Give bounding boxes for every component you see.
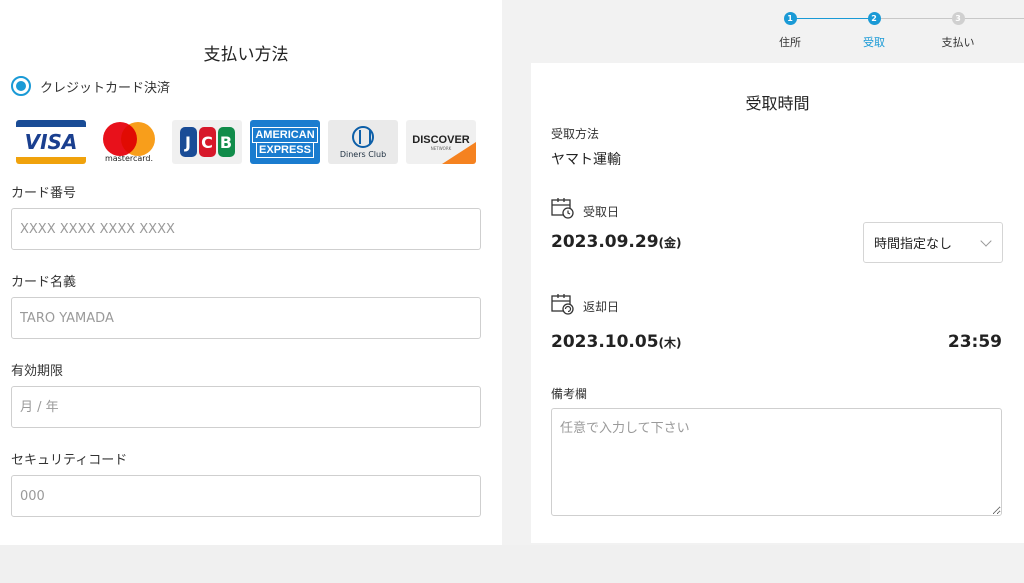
pickup-date: 2023.09.29(金) (551, 232, 682, 252)
amex-line1: AMERICAN (252, 126, 318, 143)
credit-card-radio[interactable] (11, 76, 31, 96)
notes-textarea[interactable] (551, 408, 1002, 516)
credit-card-radio-label: クレジットカード決済 (40, 80, 171, 96)
security-code-input[interactable] (11, 475, 481, 517)
return-date-value: 2023.10.05 (551, 332, 659, 352)
diners-club-icon (352, 125, 374, 148)
card-name-label: カード名義 (11, 275, 77, 290)
return-date-dow: (木) (658, 336, 682, 350)
payment-title: 支払い方法 (203, 45, 289, 65)
chevron-down-icon (980, 235, 992, 247)
step-payment[interactable]: 3 支払い (928, 12, 988, 50)
pickup-date-label: 受取日 (583, 205, 620, 219)
card-number-label: カード番号 (11, 186, 77, 201)
pickup-panel: 受取時間 受取方法 ヤマト運輸 受取日 2023.09.29(金) 時間指定なし… (531, 63, 1024, 543)
step-dot-2: 2 (867, 12, 881, 25)
step-label-pickup: 受取 (863, 36, 885, 49)
notes-label: 備考欄 (551, 387, 588, 401)
step-label-payment: 支払い (941, 36, 975, 49)
payment-panel: 支払い方法 クレジットカード決済 VISA mastercard. J C B … (0, 0, 502, 545)
amex-line2: EXPRESS (256, 142, 314, 158)
security-code-label: セキュリティコード (11, 453, 128, 468)
american-express-logo: AMERICAN EXPRESS (250, 120, 320, 164)
discover-logo: DISCOVER NETWORK (406, 120, 476, 164)
step-address[interactable]: 1 住所 (760, 12, 820, 50)
visa-logo: VISA (16, 120, 86, 164)
pickup-date-dow: (金) (658, 236, 682, 250)
expiry-input[interactable] (11, 386, 481, 428)
radio-selected-dot (16, 81, 26, 91)
diners-club-logo: Diners Club (328, 120, 398, 164)
pickup-method-value: ヤマト運輸 (551, 152, 621, 168)
visa-logo-text: VISA (24, 130, 78, 154)
pickup-date-value: 2023.09.29 (551, 232, 659, 252)
calendar-return-icon (551, 294, 574, 315)
return-date-label: 返却日 (583, 300, 620, 314)
step-dot-1: 1 (783, 12, 797, 25)
pickup-method-label: 受取方法 (551, 127, 600, 141)
calendar-icon (551, 198, 574, 219)
card-number-input[interactable] (11, 208, 481, 250)
return-time: 23:59 (947, 332, 1002, 352)
mastercard-logo: mastercard. (94, 120, 164, 164)
card-brand-logos: VISA mastercard. J C B AMERICAN EXPRESS … (16, 120, 476, 164)
pickup-time-select[interactable]: 時間指定なし (863, 222, 1003, 263)
pickup-time-select-value: 時間指定なし (874, 237, 953, 252)
diners-club-text: Diners Club (339, 149, 387, 159)
expiry-label: 有効期限 (11, 364, 64, 379)
return-date: 2023.10.05(木) (551, 332, 682, 352)
step-pickup[interactable]: 2 受取 (844, 12, 904, 50)
credit-card-radio-option[interactable]: クレジットカード決済 (11, 76, 170, 96)
step-label-address: 住所 (779, 36, 801, 49)
checkout-stepper: 1 住所 2 受取 3 支払い (760, 8, 1024, 56)
bottom-strip (0, 545, 870, 583)
step-dot-3: 3 (951, 12, 965, 25)
jcb-logo: J C B (172, 120, 242, 164)
pickup-title: 受取時間 (745, 94, 810, 113)
card-name-input[interactable] (11, 297, 481, 339)
